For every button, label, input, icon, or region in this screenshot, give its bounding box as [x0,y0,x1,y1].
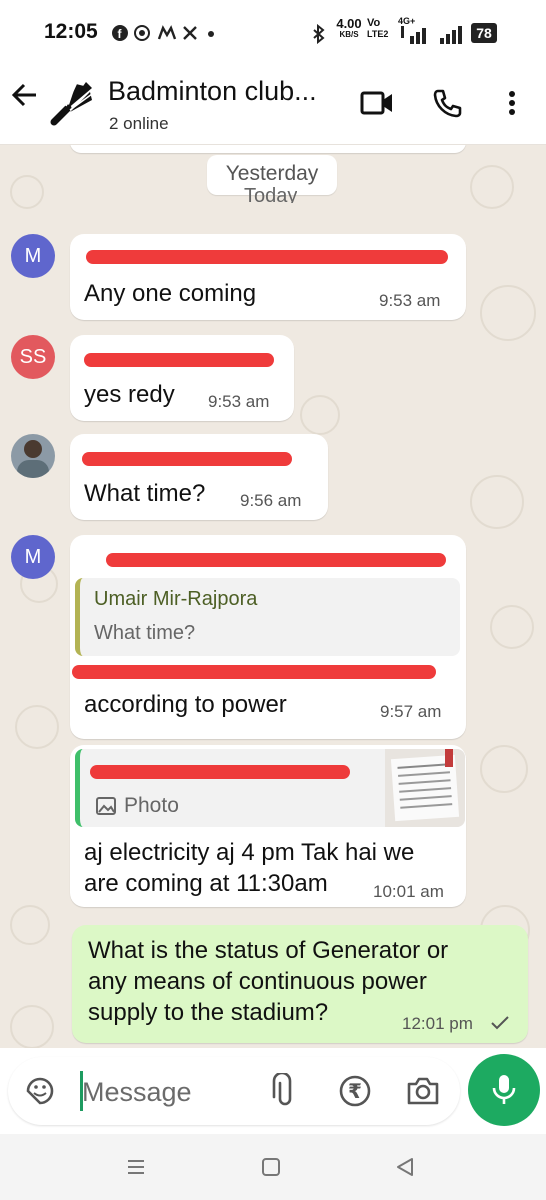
rupee-icon: ₹ [339,1075,371,1107]
attach-button[interactable] [272,1071,298,1114]
home-button[interactable] [261,1157,281,1182]
message-time: 12:01 pm [402,1014,473,1033]
more-options-button[interactable] [500,86,524,120]
camera-icon [407,1077,439,1105]
quoted-text: Photo [124,794,179,817]
sticker-icon [26,1077,54,1105]
message-text-line: any means of continuous power [88,968,427,995]
chat-title[interactable]: Badminton club... [108,76,317,107]
message-text: Any one coming [84,280,257,307]
volte-indicator: Vo LTE2 [367,17,389,40]
sender-avatar-photo[interactable] [11,434,55,478]
signal-icon-sim1 [401,26,426,44]
back-nav-button[interactable] [394,1156,416,1183]
back-triangle-icon [397,1158,413,1176]
x-icon [183,26,197,40]
signal-icon-sim2 [440,26,462,44]
system-nav-bar [0,1134,546,1200]
redacted-sender-name [84,353,274,367]
redacted-sender-name [86,250,448,264]
status-bar: 12:05 f 4.00 KB/S Vo LTE2 4G+ 78 [0,0,546,66]
previous-message-bubble[interactable] [70,145,466,153]
date-chip-behind: Today [244,185,298,203]
attach-icon [272,1071,292,1106]
redacted-mention [72,665,436,679]
shuttlecock-icon [50,79,93,126]
message-text-line: supply to the stadium? [88,999,329,1026]
message-composer: ₹ [8,1057,460,1125]
message-text: according to power [84,691,287,718]
message-time: 10:01 am [373,882,444,901]
message-text: What time? [84,480,206,507]
sender-avatar[interactable]: M [11,535,55,579]
message-input[interactable] [80,1069,284,1115]
voice-call-button[interactable] [432,88,462,123]
online-count: 2 online [109,114,169,133]
back-button[interactable] [10,80,40,118]
message-text-line: aj electricity aj 4 pm Tak hai we [84,839,415,866]
messenger-icon [157,25,177,40]
battery-level: 78 [471,23,497,43]
message-text-line: What is the status of Generator or [88,937,449,964]
chat-area[interactable]: Yesterday Today M Any one coming 9:53 am… [0,145,546,1048]
message-text: yes redy [84,381,175,408]
read-check-icon [491,1016,509,1030]
redacted-sender-name [106,553,446,567]
sender-avatar[interactable]: SS [11,335,55,379]
redacted-quoted-sender [90,765,350,779]
mic-icon [492,1075,516,1104]
message-time: 9:57 am [380,702,442,721]
message-bubble[interactable]: Umair Mir-Rajpora What time? according t… [70,535,466,739]
quoted-text: What time? [94,622,196,644]
video-call-button[interactable] [360,90,394,121]
more-vert-icon [509,91,515,115]
more-notifications-dot [208,31,214,37]
photo-icon [96,797,116,815]
whatsapp-icon [134,25,150,41]
bluetooth-icon [313,24,325,44]
outgoing-message-bubble[interactable]: What is the status of Generator or any m… [72,925,528,1043]
message-time: 9:56 am [240,491,302,510]
back-arrow-icon [11,83,36,107]
message-bubble[interactable]: Photo aj electricity aj 4 pm Tak hai we … [70,745,466,907]
message-bubble[interactable]: Any one coming 9:53 am [70,234,466,320]
recents-button[interactable] [126,1158,146,1181]
message-bubble[interactable]: yes redy 9:53 am [70,335,294,421]
video-call-icon [360,91,392,115]
group-avatar[interactable] [46,78,96,128]
message-text-line: are coming at 11:30am [84,870,328,897]
message-time: 9:53 am [208,392,270,411]
redacted-sender-name [82,452,292,466]
voice-message-button[interactable] [468,1054,540,1126]
emoji-sticker-button[interactable] [24,1075,56,1112]
quoted-message[interactable]: Umair Mir-Rajpora What time? [75,578,460,656]
svg-text:₹: ₹ [348,1079,362,1103]
facebook-icon: f [112,25,128,41]
message-time: 9:53 am [379,291,441,310]
sender-avatar[interactable]: M [11,234,55,278]
net-speed: 4.00 KB/S [336,16,362,39]
phone-icon [433,89,462,118]
recents-icon [128,1160,144,1174]
quoted-message[interactable]: Photo [75,749,465,827]
text-cursor [80,1071,83,1111]
message-bubble[interactable]: What time? 9:56 am [70,434,328,520]
quoted-photo-thumbnail [385,749,465,827]
payment-button[interactable]: ₹ [338,1074,372,1113]
chat-header: Badminton club... 2 online [0,66,546,145]
quoted-sender: Umair Mir-Rajpora [94,588,258,610]
home-icon [262,1158,280,1176]
status-time: 12:05 [44,20,98,43]
camera-button[interactable] [406,1075,440,1112]
